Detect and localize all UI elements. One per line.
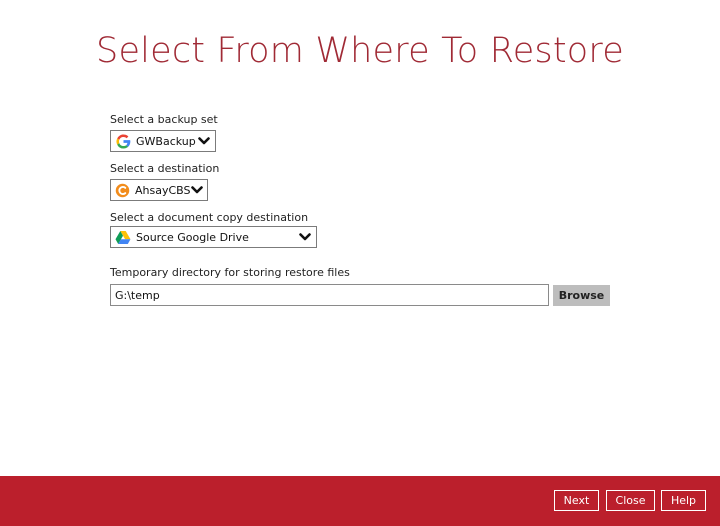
google-drive-icon <box>115 229 131 245</box>
destination-label: Select a destination <box>110 162 220 175</box>
destination-select[interactable]: AhsayCBS <box>110 179 208 201</box>
backup-set-value: GWBackup <box>136 134 196 148</box>
backup-set-label: Select a backup set <box>110 113 218 126</box>
ahsay-icon <box>115 182 130 198</box>
browse-button[interactable]: Browse <box>553 285 610 306</box>
chevron-down-icon <box>197 134 211 148</box>
close-button[interactable]: Close <box>606 490 655 511</box>
page-title: Select From Where To Restore <box>96 31 624 71</box>
next-button[interactable]: Next <box>554 490 599 511</box>
destination-value: AhsayCBS <box>135 183 191 197</box>
help-button[interactable]: Help <box>661 490 706 511</box>
temp-dir-label: Temporary directory for storing restore … <box>110 266 350 279</box>
copy-destination-label: Select a document copy destination <box>110 211 309 224</box>
google-g-icon <box>115 133 131 149</box>
copy-destination-value: Source Google Drive <box>136 230 249 244</box>
chevron-down-icon <box>190 183 204 197</box>
footer-bar: Next Close Help <box>0 476 720 526</box>
restore-page: Select From Where To Restore Select a ba… <box>0 0 720 526</box>
copy-destination-select[interactable]: Source Google Drive <box>110 226 317 248</box>
chevron-down-icon <box>298 230 312 244</box>
backup-set-select[interactable]: GWBackup <box>110 130 216 152</box>
temp-dir-input[interactable] <box>110 284 549 306</box>
